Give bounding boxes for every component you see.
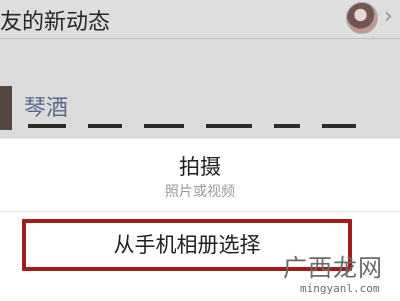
watermark-url: mingyanl.com	[300, 282, 380, 295]
watermark-logo-text: 广西龙网	[283, 254, 383, 282]
sheet-divider	[0, 211, 400, 212]
capture-subtitle: 照片或视频	[165, 184, 235, 200]
capture-option[interactable]: 拍摄 照片或视频	[0, 139, 400, 209]
capture-title: 拍摄	[179, 155, 221, 179]
